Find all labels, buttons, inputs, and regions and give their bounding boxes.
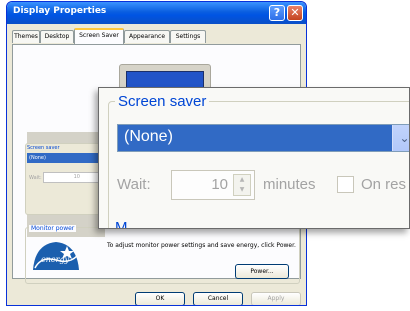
zoom-group-border [108, 101, 409, 228]
monitor-power-label: Monitor power [29, 225, 77, 232]
tab-appearance[interactable]: Appearance [124, 30, 170, 43]
zoom-wait-label: Wait: [117, 176, 151, 193]
magnified-screen-saver-group: Screen saver (None) ⌄ Wait: 10 ▲ ▼ minut… [98, 87, 410, 229]
help-button[interactable]: ? [269, 5, 285, 21]
tab-settings[interactable]: Settings [170, 30, 206, 43]
spin-up-icon[interactable]: ▲ [234, 175, 250, 185]
monitor-power-description: To adjust monitor power settings and sav… [107, 242, 296, 249]
apply-button[interactable]: Apply [251, 292, 301, 305]
tab-themes[interactable]: Themes [12, 30, 40, 43]
wait-input[interactable]: 10 [43, 172, 99, 183]
power-button[interactable]: Power... [235, 264, 289, 279]
on-resume-label: On res [361, 176, 407, 193]
zoom-screen-saver-label: Screen saver [115, 93, 210, 110]
zoom-next-group-label: M [115, 219, 128, 229]
ok-button[interactable]: OK [135, 292, 185, 305]
close-button[interactable]: ✕ [287, 5, 303, 21]
energy-star-logo-icon: energy [33, 242, 79, 270]
spin-down-icon[interactable]: ▼ [234, 185, 250, 195]
on-resume-checkbox[interactable] [337, 176, 354, 193]
zoom-select-value: (None) [124, 128, 173, 145]
screen-saver-select[interactable]: (None) [27, 153, 101, 163]
zoom-wait-input[interactable]: 10 ▲ ▼ [171, 170, 255, 200]
screen-saver-group-label: Screen saver [27, 145, 60, 151]
chevron-down-icon[interactable]: ⌄ [392, 125, 409, 151]
cancel-button[interactable]: Cancel [193, 292, 243, 305]
zoom-screen-saver-select[interactable]: (None) ⌄ [117, 124, 409, 152]
wait-label: Wait: [29, 175, 42, 181]
window-title: Display Properties [13, 6, 107, 16]
tab-desktop[interactable]: Desktop [40, 30, 74, 43]
wait-spinner[interactable]: ▲ ▼ [233, 174, 251, 196]
zoom-wait-value: 10 [211, 176, 228, 193]
title-bar[interactable]: Display Properties ? ✕ [7, 2, 306, 24]
tab-screen-saver[interactable]: Screen Saver [74, 28, 124, 44]
zoom-minutes-label: minutes [263, 176, 316, 193]
